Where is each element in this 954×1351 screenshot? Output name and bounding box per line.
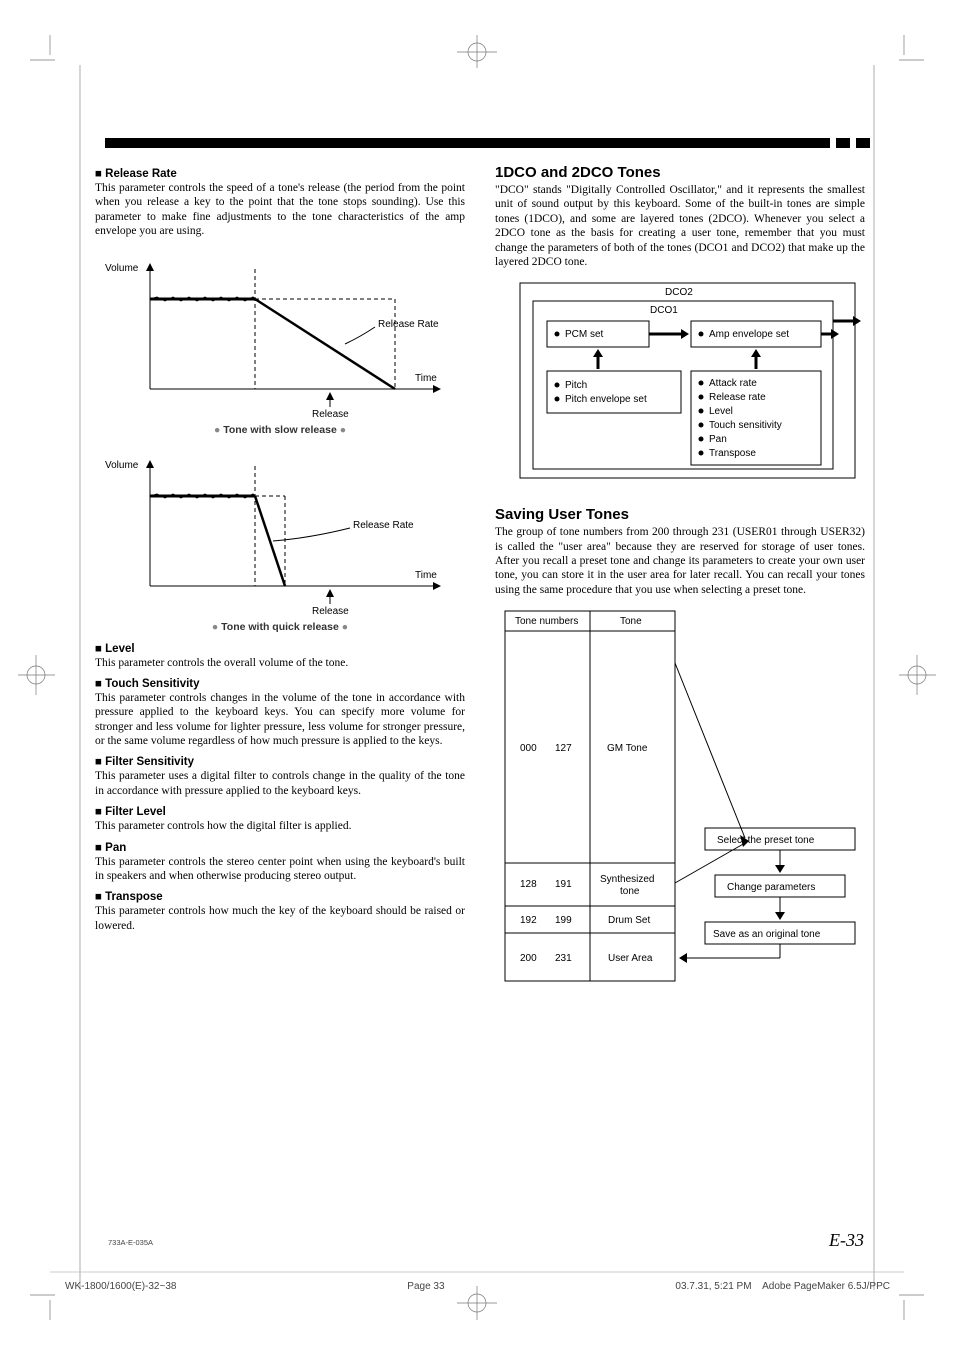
release-rate-heading: Release Rate [95,168,465,180]
row3-label: User Area [608,953,653,964]
row2-label: Drum Set [608,915,650,926]
right-item-0: Attack rate [709,378,757,389]
left-item-0: Pitch [565,380,587,391]
graph-slow-release: Volume Time Release Rate Release ● Tone … [95,249,465,436]
right-item-4: Pan [709,434,727,445]
footer-strip-page: Page 33 [407,1281,444,1292]
left-column: Release Rate This parameter controls the… [95,160,465,996]
release-rate-text: This parameter controls the speed of a t… [95,181,465,239]
graph2-release: Release [312,606,349,616]
right-item-5: Transpose [709,448,756,459]
level-text: This parameter controls the overall volu… [95,656,465,670]
dco-heading: 1DCO and 2DCO Tones [495,164,865,181]
dco-diagram: DCO2 DCO1 PCM set Amp envelope set [495,275,865,488]
level-heading: Level [95,643,465,655]
footer-strip: WK-1800/1600(E)-32~38 Page 33 03.7.31, 5… [65,1281,890,1292]
right-item-2: Level [709,406,733,417]
row2-b: 199 [555,915,572,926]
filter-level-text: This parameter controls how the digital … [95,819,465,833]
graph2-release-rate: Release Rate [353,520,414,531]
graph1-time: Time [415,373,437,384]
table-head-right: Tone [620,616,642,627]
row1-label-b: tone [620,886,640,897]
flow-0: Select the preset tone [717,835,815,846]
pan-text: This parameter controls the stereo cente… [95,855,465,884]
footer-strip-date: 03.7.31, 5:21 PM [675,1281,751,1292]
transpose-heading: Transpose [95,891,465,903]
flow-1: Change parameters [727,882,815,893]
pcm-label: PCM set [565,329,604,340]
graph2-time: Time [415,570,437,581]
graph1-ylabel: Volume [105,263,139,274]
transpose-text: This parameter controls how much the key… [95,904,465,933]
row0-label: GM Tone [607,743,648,754]
flow-2: Save as an original tone [713,929,821,940]
graph2-caption: ● Tone with quick release ● [95,621,465,633]
tone-table-diagram: Tone numbers Tone 000 127 GM Tone 128 19… [495,603,865,996]
save-text: The group of tone numbers from 200 throu… [495,525,865,597]
right-item-1: Release rate [709,392,766,403]
footer-strip-left: WK-1800/1600(E)-32~38 [65,1281,176,1292]
row1-b: 191 [555,879,572,890]
footer-strip-app: Adobe PageMaker 6.5J/PPC [762,1281,890,1292]
row2-a: 192 [520,915,537,926]
right-item-3: Touch sensitivity [709,420,782,431]
row0-a: 000 [520,743,537,754]
filter-sensitivity-text: This parameter uses a digital filter to … [95,769,465,798]
page-number: E-33 [829,1230,864,1251]
pan-heading: Pan [95,842,465,854]
dco1-label: DCO1 [650,305,678,316]
graph1-release-rate: Release Rate [378,319,439,330]
row3-b: 231 [555,953,572,964]
row3-a: 200 [520,953,537,964]
left-item-1: Pitch envelope set [565,394,647,405]
table-head-left: Tone numbers [515,616,578,627]
page-content: Release Rate This parameter controls the… [95,130,865,996]
graph-quick-release: Volume Time Release Rate Release ● Tone … [95,446,465,633]
filter-sensitivity-heading: Filter Sensitivity [95,756,465,768]
row1-a: 128 [520,879,537,890]
save-heading: Saving User Tones [495,506,865,523]
row0-b: 127 [555,743,572,754]
footer-code: 733A-E-035A [108,1238,153,1247]
dco2-label: DCO2 [665,287,693,298]
right-column: 1DCO and 2DCO Tones "DCO" stands "Digita… [495,160,865,996]
touch-heading: Touch Sensitivity [95,678,465,690]
filter-level-heading: Filter Level [95,806,465,818]
dco-text: "DCO" stands "Digitally Controlled Oscil… [495,183,865,269]
graph1-release: Release [312,409,349,419]
graph2-ylabel: Volume [105,460,139,471]
amp-label: Amp envelope set [709,329,789,340]
touch-text: This parameter controls changes in the v… [95,691,465,749]
row1-label-a: Synthesized [600,874,654,885]
graph1-caption: ● Tone with slow release ● [95,424,465,436]
